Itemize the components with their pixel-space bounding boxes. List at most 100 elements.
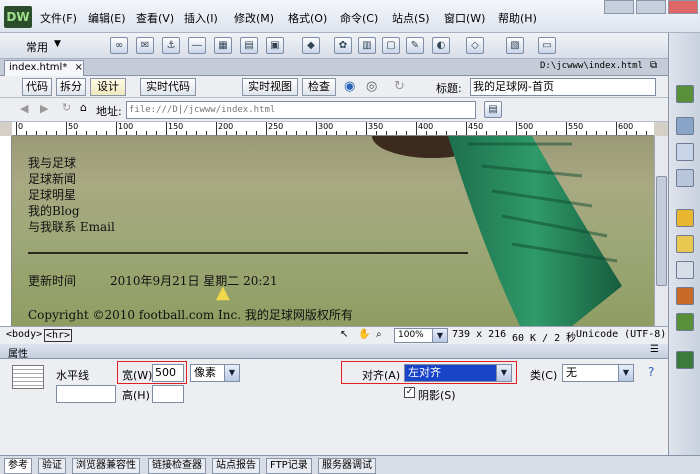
comment-icon[interactable]: ✎	[406, 37, 424, 54]
align-select[interactable]: 左对齐 ▼	[404, 364, 512, 382]
ruler-tick-mark	[266, 122, 267, 135]
ruler-tick-mark	[206, 131, 207, 135]
address-input[interactable]: file:///D|/jcwww/index.html	[126, 101, 476, 119]
tag-inspector-icon[interactable]	[676, 169, 694, 187]
design-view-button[interactable]: 设计	[90, 78, 126, 96]
refresh-icon[interactable]: ↻	[62, 101, 71, 114]
minimize-button[interactable]	[604, 0, 634, 14]
nav-link-stars[interactable]: 足球明星	[28, 186, 76, 203]
class-select[interactable]: 无 ▼	[562, 364, 634, 382]
hand-tool-icon[interactable]: ✋	[358, 329, 370, 340]
image-icon[interactable]: ▣	[266, 37, 284, 54]
width-input[interactable]: 500	[152, 364, 184, 382]
media-icon[interactable]: ◆	[302, 37, 320, 54]
horizontal-rule-icon[interactable]: ―	[188, 37, 206, 54]
visual-aids-icon[interactable]: ▤	[484, 101, 502, 118]
menu-view[interactable]: 查看(V)	[136, 10, 174, 26]
insert-panel-icon[interactable]	[676, 85, 694, 103]
tag-selector-hr[interactable]: <hr>	[44, 329, 73, 342]
tab-site-reports[interactable]: 站点报告	[212, 458, 260, 474]
globe-icon[interactable]: ◉	[344, 79, 355, 94]
unit-select[interactable]: 像素 ▼	[190, 364, 240, 382]
nav-link-contact[interactable]: 与我联系 Email	[28, 218, 115, 235]
tab-link-checker[interactable]: 链接检查器	[148, 458, 206, 474]
widget-icon[interactable]: ✿	[334, 37, 352, 54]
window-size[interactable]: 739 x 216	[452, 329, 506, 340]
date-icon[interactable]: ▥	[358, 37, 376, 54]
named-anchor-icon[interactable]: ⚓	[162, 37, 180, 54]
shade-checkbox[interactable]: ✓	[404, 387, 415, 398]
ruler-tick-mark	[526, 131, 527, 135]
div-icon[interactable]: ▤	[240, 37, 258, 54]
menu-window[interactable]: 窗口(W)	[444, 10, 485, 26]
back-icon[interactable]: ◀	[20, 102, 28, 115]
menu-file[interactable]: 文件(F)	[40, 10, 77, 26]
menu-modify[interactable]: 修改(M)	[234, 10, 274, 26]
head-icon[interactable]: ◐	[432, 37, 450, 54]
nav-link-blog[interactable]: 我的Blog	[28, 202, 80, 219]
nav-link-news[interactable]: 足球新闻	[28, 170, 76, 187]
forward-icon[interactable]: ▶	[40, 102, 48, 115]
menu-help[interactable]: 帮助(H)	[498, 10, 537, 26]
properties-title-bar[interactable]: 属性 ☰	[0, 344, 668, 360]
close-icon[interactable]: ×	[75, 62, 83, 73]
menu-site[interactable]: 站点(S)	[392, 10, 430, 26]
vertical-scrollbar[interactable]	[654, 136, 668, 326]
code-view-button[interactable]: 代码	[22, 78, 52, 96]
databases-icon[interactable]	[676, 287, 694, 305]
files-icon[interactable]	[676, 209, 694, 227]
zoom-tool-icon[interactable]: ⌕	[376, 329, 382, 340]
bindings-icon[interactable]	[676, 313, 694, 331]
menu-commands[interactable]: 命令(C)	[340, 10, 378, 26]
tab-ftp-log[interactable]: FTP记录	[266, 458, 312, 474]
chevron-down-icon[interactable]: ▼	[54, 39, 61, 49]
preview-icon[interactable]: ◎	[366, 79, 377, 94]
maximize-button[interactable]	[636, 0, 666, 14]
server-include-icon[interactable]: ▢	[382, 37, 400, 54]
ruler-tick-label: 200	[218, 122, 234, 131]
height-input[interactable]	[152, 385, 184, 403]
script-icon[interactable]: ◇	[466, 37, 484, 54]
templates-icon[interactable]: ▧	[506, 37, 524, 54]
assets-icon[interactable]	[676, 235, 694, 253]
tab-reference[interactable]: 参考	[4, 458, 32, 474]
menu-format[interactable]: 格式(O)	[288, 10, 327, 26]
select-tool-icon[interactable]: ↖	[340, 329, 348, 340]
nav-link-about[interactable]: 我与足球	[28, 154, 76, 171]
hyperlink-icon[interactable]: ∞	[110, 37, 128, 54]
email-link-icon[interactable]: ✉	[136, 37, 154, 54]
inspect-button[interactable]: 检查	[302, 78, 336, 96]
table-icon[interactable]: ▦	[214, 37, 232, 54]
tag-chooser-icon[interactable]: ▭	[538, 37, 556, 54]
refresh-icon[interactable]: ↻	[394, 79, 405, 94]
tab-validation[interactable]: 验证	[38, 458, 66, 474]
tab-server-debug[interactable]: 服务器调试	[318, 458, 376, 474]
help-icon[interactable]: ?	[648, 365, 654, 379]
document-tab-row: index.html* × D:\jcwww\index.html ⧉	[0, 59, 668, 76]
zoom-select[interactable]: 100% ▼	[394, 328, 448, 343]
css-styles-icon[interactable]	[676, 117, 694, 135]
insert-category-label[interactable]: 常用	[26, 39, 48, 55]
split-view-button[interactable]: 拆分	[56, 78, 86, 96]
close-button[interactable]	[668, 0, 698, 14]
scrollbar-thumb[interactable]	[656, 176, 667, 286]
tag-selector-body[interactable]: <body>	[6, 329, 42, 340]
document-tab[interactable]: index.html* ×	[4, 60, 84, 76]
behaviors-icon[interactable]	[676, 351, 694, 369]
live-view-button[interactable]: 实时视图	[242, 78, 298, 96]
restore-window-icon[interactable]: ⧉	[650, 60, 657, 71]
design-canvas[interactable]: 我与足球 足球新闻 足球明星 我的Blog 与我联系 Email 更新时间 20…	[12, 136, 654, 326]
tab-browser-compat[interactable]: 浏览器兼容性	[72, 458, 140, 474]
panel-menu-icon[interactable]: ☰	[650, 344, 659, 355]
ap-elements-icon[interactable]	[676, 143, 694, 161]
unit-value: 像素	[194, 366, 216, 379]
properties-panel: 水平线 宽(W) 500 像素 ▼ 高(H) 对齐(A) 左对齐 ▼ ✓ 阴影(S)…	[0, 359, 668, 455]
element-id-input[interactable]	[56, 385, 116, 403]
menu-edit[interactable]: 编辑(E)	[88, 10, 126, 26]
title-input[interactable]: 我的足球网-首页	[470, 78, 656, 96]
home-icon[interactable]: ⌂	[80, 101, 87, 114]
menu-insert[interactable]: 插入(I)	[184, 10, 218, 26]
horizontal-rule[interactable]	[28, 252, 468, 254]
live-code-button[interactable]: 实时代码	[140, 78, 196, 96]
snippets-icon[interactable]	[676, 261, 694, 279]
